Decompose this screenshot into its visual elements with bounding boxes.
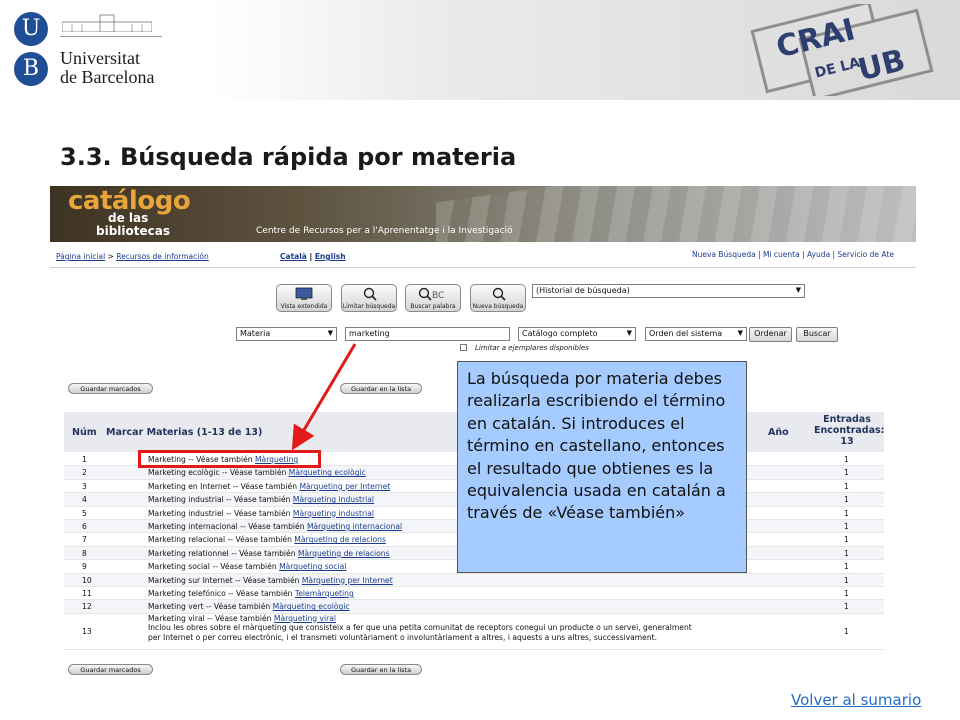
page-title: 3.3. Búsqueda rápida por materia bbox=[60, 143, 517, 171]
lang-separator: | bbox=[306, 252, 315, 261]
ub-name-line2: de Barcelona bbox=[60, 67, 155, 87]
see-also-link[interactable]: Màrqueting de relacions bbox=[294, 535, 386, 544]
limitar-busqueda-button[interactable]: Limitar búsqueda bbox=[341, 284, 397, 312]
search-field-select[interactable]: Materia ▼ bbox=[236, 327, 337, 341]
university-logo: U B Universitat de Barcelona bbox=[14, 10, 164, 92]
see-also-link[interactable]: Màrqueting per Internet bbox=[299, 482, 390, 491]
limit-available-label: Limitar a ejemplares disponibles bbox=[475, 344, 589, 352]
buscar-button[interactable]: Buscar bbox=[796, 327, 838, 342]
see-also-link[interactable]: Màrqueting internacional bbox=[307, 522, 402, 531]
header-marcar-materias[interactable]: Marcar Materias (1-13 de 13) bbox=[106, 427, 262, 438]
lang-catala-link[interactable]: Català bbox=[280, 252, 307, 261]
guardar-en-lista-button-bottom[interactable]: Guardar en la lista bbox=[340, 664, 422, 675]
limit-available-checkbox[interactable] bbox=[460, 344, 467, 351]
header-entradas: Entradas Encontradas: 13 bbox=[814, 414, 885, 447]
ordenar-button[interactable]: Ordenar bbox=[749, 327, 792, 342]
top-links[interactable]: Nueva Búsqueda | Mi cuenta | Ayuda | Ser… bbox=[692, 250, 894, 259]
table-row: 11 Marketing telefónico -- Véase también … bbox=[64, 587, 884, 601]
breadcrumb-resources-link[interactable]: Recursos de información bbox=[116, 252, 208, 261]
see-also-link[interactable]: Màrqueting industrial bbox=[293, 509, 374, 518]
see-also-link[interactable]: Màrqueting ecològic bbox=[273, 602, 350, 611]
catalog-header: catálogo de las bibliotecas Centre de Re… bbox=[50, 186, 916, 242]
table-row: 10 Marketing sur Internet -- Véase tambié… bbox=[64, 573, 884, 587]
ub-divider bbox=[60, 36, 162, 37]
scope-note-line-1: Inclou les obres sobre el màrqueting que… bbox=[148, 623, 692, 633]
ub-letter-u: U bbox=[14, 12, 48, 46]
historial-select[interactable]: (Historial de búsqueda) ▼ bbox=[532, 284, 805, 298]
table-row: 12 Marketing vert -- Véase también Màrque… bbox=[64, 600, 884, 614]
back-to-summary-link[interactable]: Volver al sumario bbox=[791, 691, 921, 709]
dropdown-arrow-icon: ▼ bbox=[626, 329, 632, 337]
annotation-arrow-icon bbox=[291, 343, 357, 451]
order-select[interactable]: Orden del sistema ▼ bbox=[645, 327, 747, 341]
search-magnifier-icon bbox=[363, 287, 377, 301]
see-also-link[interactable]: Màrqueting per Internet bbox=[302, 576, 393, 585]
ub-letter-b: B bbox=[14, 52, 48, 86]
dropdown-arrow-icon: ▼ bbox=[795, 286, 801, 294]
catalog-centre-name: Centre de Recursos per a l'Aprenentatge … bbox=[256, 226, 513, 236]
catalog-subtitle-2: bibliotecas bbox=[96, 224, 170, 238]
university-building-icon bbox=[62, 14, 152, 32]
guardar-marcados-button-bottom[interactable]: Guardar marcados bbox=[68, 664, 153, 675]
abc-search-icon: BC bbox=[418, 287, 444, 301]
breadcrumb-home-link[interactable]: Página inicial bbox=[56, 252, 105, 261]
explanation-note: La búsqueda por materia debes realizarla… bbox=[457, 361, 747, 573]
nueva-busqueda-button[interactable]: Nueva búsqueda bbox=[470, 284, 526, 312]
header-num: Núm bbox=[72, 427, 97, 438]
vista-extendida-button[interactable]: Vista extendida bbox=[276, 284, 332, 312]
svg-text:BC: BC bbox=[432, 291, 444, 301]
lang-english-link[interactable]: English bbox=[315, 252, 346, 261]
language-switcher: Català | English bbox=[280, 252, 346, 261]
search-term-input[interactable]: marketing bbox=[345, 327, 510, 341]
limit-available-row: Limitar a ejemplares disponibles bbox=[460, 344, 589, 352]
see-also-link[interactable]: Màrqueting ecològic bbox=[289, 468, 366, 477]
crai-logo-icon: CRAI DE LA UB bbox=[750, 4, 934, 96]
catalog-nav-bar: Página inicial > Recursos de información… bbox=[50, 246, 916, 268]
see-also-link[interactable]: Telemàrqueting bbox=[295, 589, 354, 598]
see-also-link[interactable]: Màrqueting social bbox=[279, 562, 346, 571]
dropdown-arrow-icon: ▼ bbox=[737, 329, 743, 337]
scope-select[interactable]: Catálogo completo ▼ bbox=[518, 327, 636, 341]
buscar-palabra-button[interactable]: BC Buscar palabra bbox=[405, 284, 461, 312]
dropdown-arrow-icon: ▼ bbox=[327, 329, 333, 337]
table-row: 13 Marketing viral -- Véase también Màrqu… bbox=[64, 614, 884, 650]
new-search-icon bbox=[492, 287, 506, 301]
see-also-link[interactable]: Màrqueting de relacions bbox=[298, 549, 390, 558]
top-banner: U B Universitat de Barcelona CRAI DE LA … bbox=[0, 0, 960, 100]
catalog-subtitle-1: de las bbox=[108, 211, 149, 225]
breadcrumb: Página inicial > Recursos de información bbox=[56, 252, 209, 261]
ub-name-line1: Universitat bbox=[60, 48, 140, 68]
header-ano[interactable]: Año bbox=[768, 427, 789, 438]
see-also-link[interactable]: Màrqueting viral bbox=[274, 614, 336, 623]
breadcrumb-separator: > bbox=[105, 252, 117, 261]
monitor-icon bbox=[295, 287, 313, 300]
guardar-marcados-button[interactable]: Guardar marcados bbox=[68, 383, 153, 394]
see-also-link[interactable]: Màrqueting industrial bbox=[293, 495, 374, 504]
scope-note-line-2: per Internet o per correu electrònic, i … bbox=[148, 632, 658, 642]
